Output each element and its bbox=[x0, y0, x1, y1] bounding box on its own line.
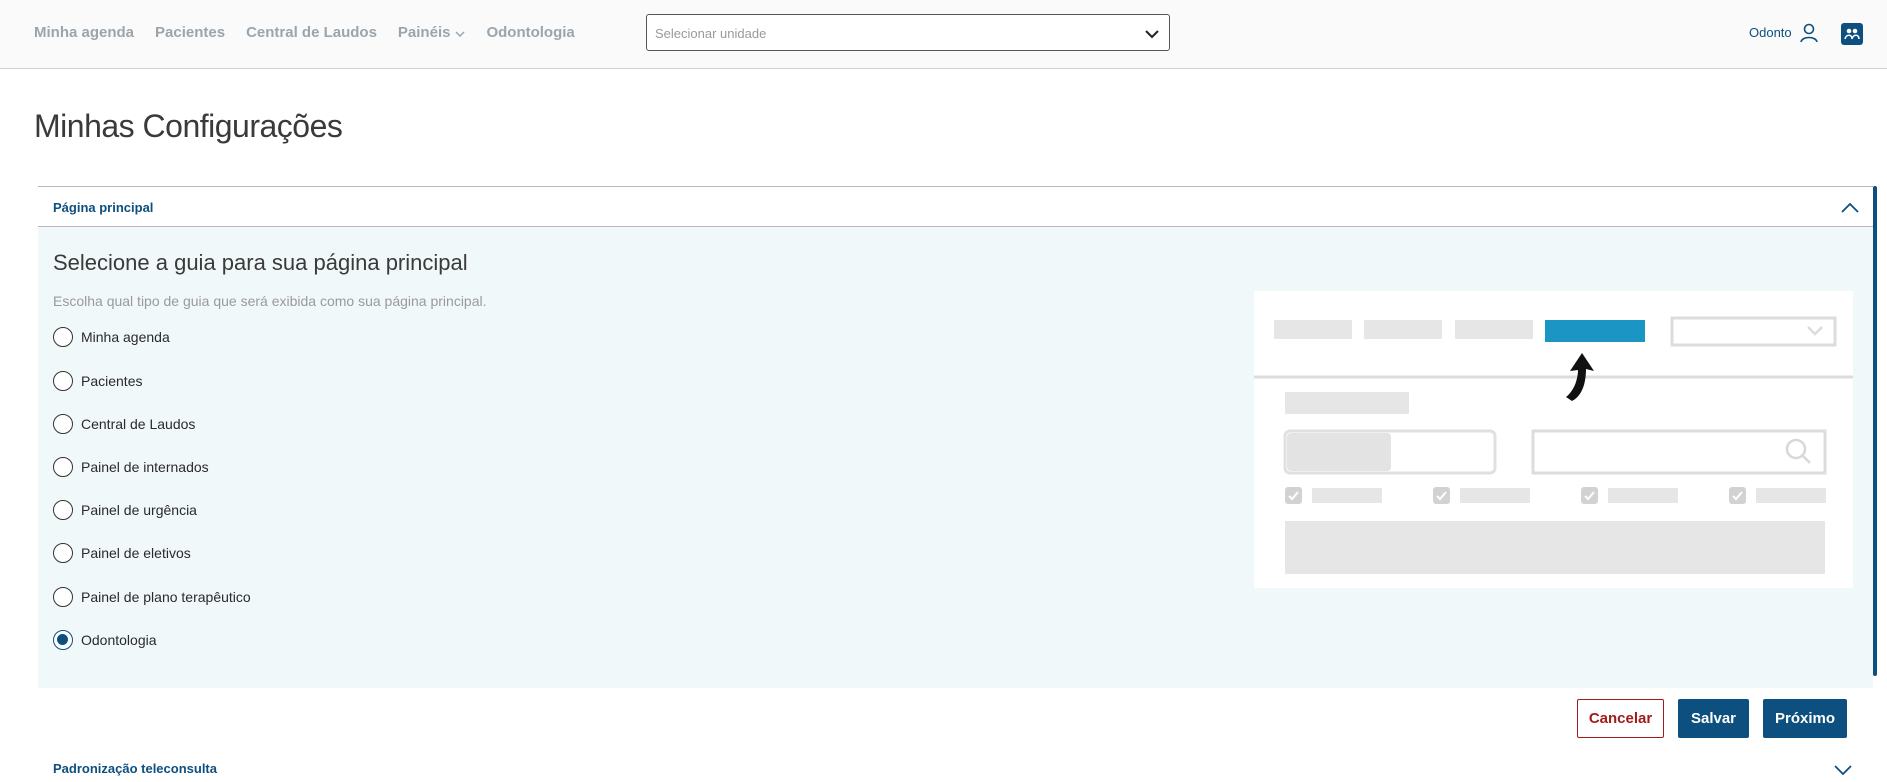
radio-label: Central de Laudos bbox=[81, 416, 196, 432]
app-icon[interactable] bbox=[1841, 23, 1863, 45]
chevron-down-icon bbox=[455, 25, 465, 42]
section-heading: Selecione a guia para sua página princip… bbox=[53, 250, 468, 275]
next-button[interactable]: Próximo bbox=[1763, 699, 1847, 738]
section-header-pagina-principal[interactable]: Página principal bbox=[38, 186, 1873, 227]
radio-option-central-de-laudos[interactable]: Central de Laudos bbox=[53, 414, 195, 434]
radio-label: Painel de urgência bbox=[81, 502, 197, 518]
radio-option-painel-de-internados[interactable]: Painel de internados bbox=[53, 457, 209, 477]
chevron-up-icon[interactable] bbox=[1841, 200, 1859, 218]
radio-button[interactable] bbox=[53, 543, 73, 563]
nav-item-paineis[interactable]: Painéis bbox=[398, 24, 466, 42]
top-bar: Minha agenda Pacientes Central de Laudos… bbox=[0, 0, 1887, 69]
radio-label: Painel de eletivos bbox=[81, 545, 191, 561]
nav-item-pacientes[interactable]: Pacientes bbox=[155, 24, 225, 42]
nav-item-paineis-label: Painéis bbox=[397, 24, 451, 41]
radio-label: Odontologia bbox=[81, 632, 157, 648]
nav-item-minha-agenda[interactable]: Minha agenda bbox=[34, 24, 134, 42]
section-label: Página principal bbox=[53, 200, 154, 215]
radio-button[interactable] bbox=[53, 500, 73, 520]
radio-button[interactable] bbox=[53, 414, 73, 434]
radio-label: Minha agenda bbox=[81, 329, 170, 345]
radio-option-painel-de-eletivos[interactable]: Painel de eletivos bbox=[53, 543, 191, 563]
radio-button[interactable] bbox=[53, 327, 73, 347]
radio-option-minha-agenda[interactable]: Minha agenda bbox=[53, 327, 170, 347]
save-button[interactable]: Salvar bbox=[1678, 699, 1749, 738]
page-title: Minhas Configurações bbox=[34, 108, 343, 144]
user-name[interactable]: Odonto bbox=[1749, 25, 1792, 40]
nav-item-central-de-laudos[interactable]: Central de Laudos bbox=[246, 24, 377, 42]
radio-button[interactable] bbox=[53, 371, 73, 391]
cancel-button[interactable]: Cancelar bbox=[1577, 699, 1664, 738]
chevron-down-icon bbox=[1145, 26, 1159, 44]
radio-button[interactable] bbox=[53, 587, 73, 607]
section-header-padronizacao-teleconsulta[interactable]: Padronização teleconsulta bbox=[53, 761, 217, 776]
main-page-illustration bbox=[1254, 291, 1853, 588]
radio-label: Painel de internados bbox=[81, 459, 209, 475]
radio-option-painel-de-plano-terapeutico[interactable]: Painel de plano terapêutico bbox=[53, 587, 251, 607]
scrollbar[interactable] bbox=[1873, 186, 1877, 676]
section-description: Escolha qual tipo de guia que será exibi… bbox=[53, 293, 487, 309]
radio-label: Painel de plano terapêutico bbox=[81, 589, 251, 605]
radio-option-odontologia[interactable]: Odontologia bbox=[53, 630, 157, 650]
radio-label: Pacientes bbox=[81, 373, 143, 389]
main-nav: Minha agenda Pacientes Central de Laudos… bbox=[34, 24, 575, 42]
user-icon[interactable] bbox=[1799, 23, 1819, 48]
radio-button[interactable] bbox=[53, 457, 73, 477]
nav-item-odontologia[interactable]: Odontologia bbox=[486, 24, 574, 42]
radio-option-pacientes[interactable]: Pacientes bbox=[53, 371, 142, 391]
unit-select[interactable]: Selecionar unidade bbox=[646, 14, 1170, 51]
radio-button-selected[interactable] bbox=[53, 630, 73, 650]
radio-option-painel-de-urgencia[interactable]: Painel de urgência bbox=[53, 500, 197, 520]
unit-select-placeholder: Selecionar unidade bbox=[655, 26, 767, 41]
chevron-down-icon[interactable] bbox=[1834, 763, 1852, 781]
